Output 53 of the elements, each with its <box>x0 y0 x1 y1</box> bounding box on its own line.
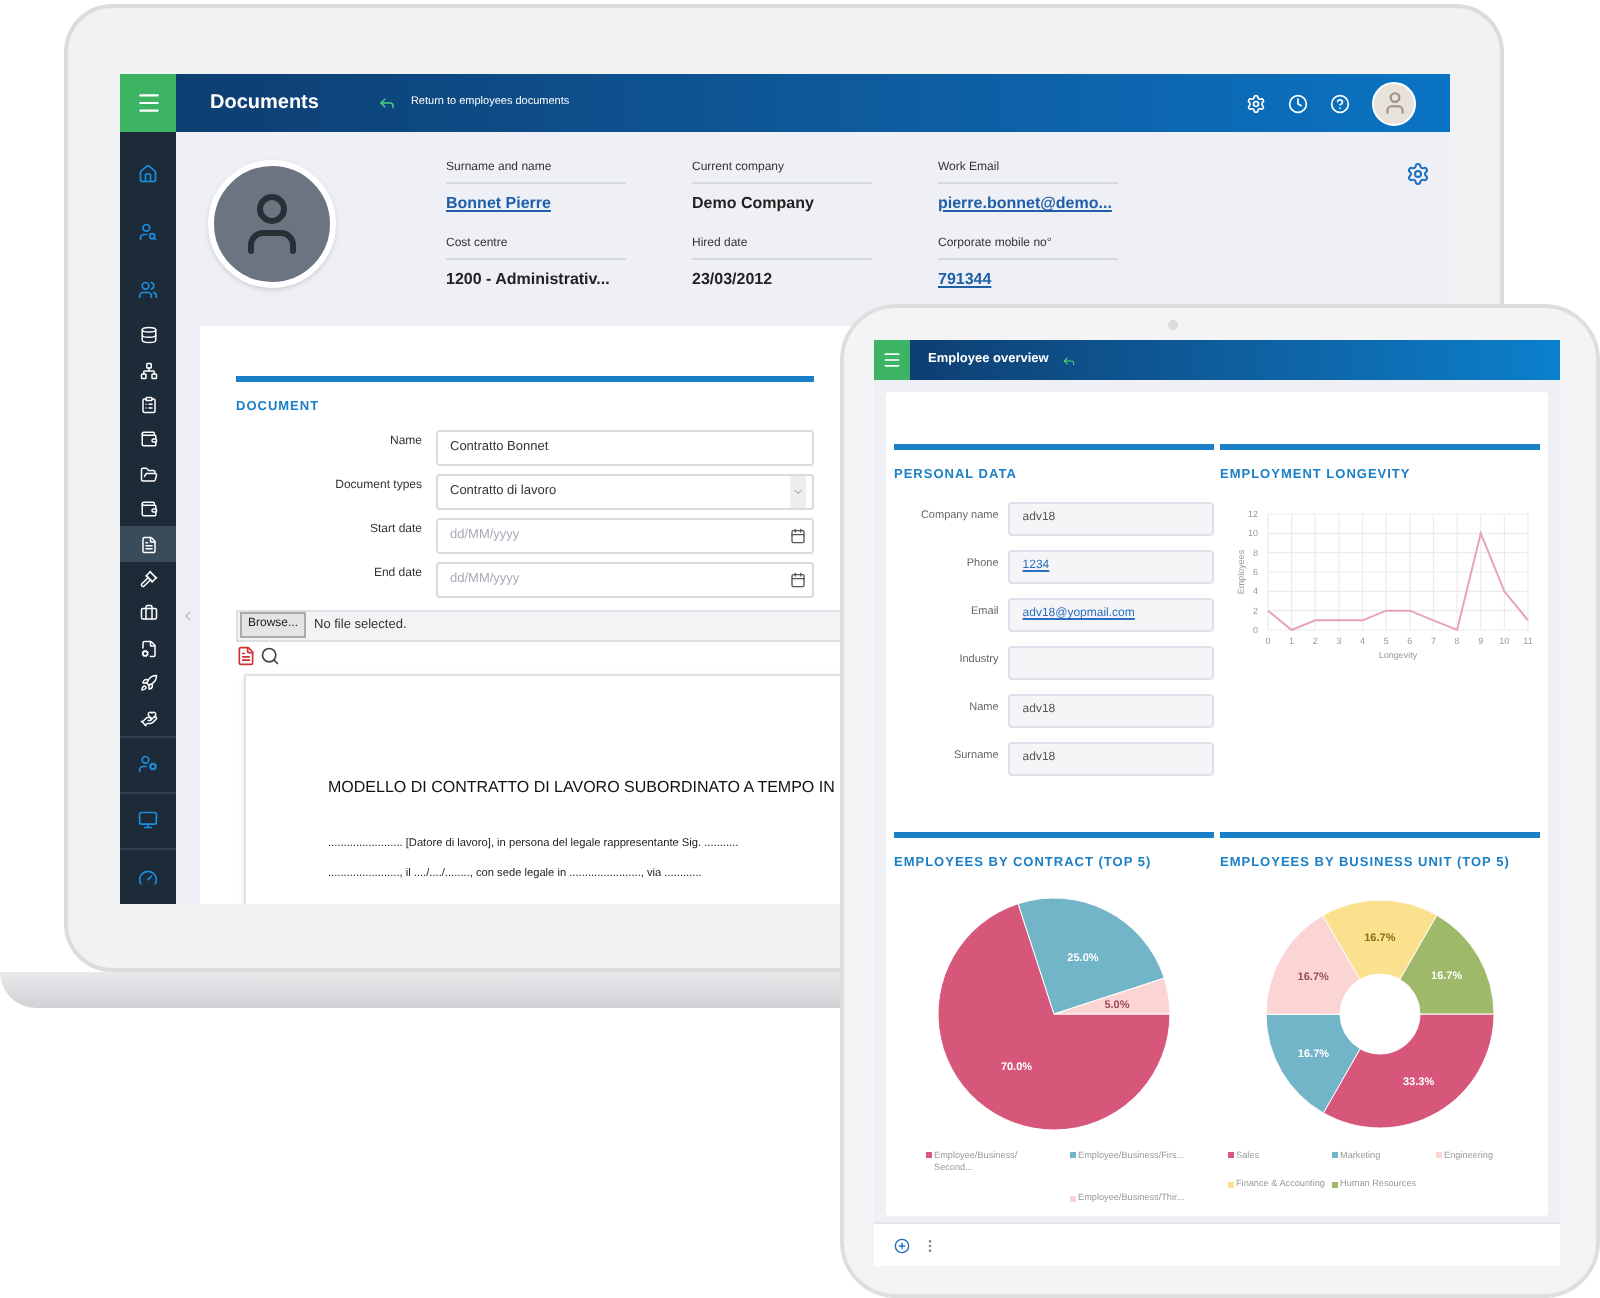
user-avatar[interactable] <box>1372 81 1416 125</box>
gauge-icon <box>138 867 158 888</box>
legend-swatch <box>1070 1152 1076 1158</box>
house-icon <box>138 163 158 183</box>
caret-icon <box>792 485 804 498</box>
camera-icon <box>1168 320 1178 330</box>
menu-icon <box>135 90 161 116</box>
help-icon[interactable] <box>1330 93 1350 113</box>
input-field[interactable] <box>1008 645 1214 680</box>
menu-button[interactable] <box>120 74 176 132</box>
user-gear-icon <box>138 754 158 775</box>
field-value: Demo Company <box>692 192 816 216</box>
legend-swatch <box>1332 1181 1338 1188</box>
hand-heart-icon <box>139 709 157 728</box>
gavel-icon <box>139 570 157 589</box>
legend-swatch <box>1070 1195 1076 1202</box>
users-icon <box>138 279 158 299</box>
document-title: MODELLO DI CONTRATTO DI LAVORO SUBORDINATO A TEMPO IN <box>328 775 837 800</box>
legend-swatch <box>926 1152 932 1158</box>
field-link[interactable]: 791344 <box>938 268 1118 292</box>
field-link[interactable]: pierre.bonnet@demo... <box>938 192 1118 216</box>
briefcase-icon <box>139 604 157 623</box>
back-arrow-icon <box>378 94 397 112</box>
page-title: Documents <box>210 90 319 118</box>
wallet-icon <box>139 500 157 519</box>
pdf-file-icon[interactable] <box>236 645 256 666</box>
document-icon <box>139 535 157 554</box>
monitor-icon <box>138 810 158 831</box>
file-gear-icon <box>139 639 157 658</box>
clock-icon[interactable] <box>1288 93 1308 113</box>
calendar-icon[interactable] <box>790 571 806 588</box>
legend-swatch <box>1436 1152 1442 1158</box>
settings-icon[interactable] <box>1406 162 1430 186</box>
menu-icon <box>882 350 902 370</box>
sidebar-item[interactable] <box>120 526 176 562</box>
user-search-icon <box>138 221 158 241</box>
legend-swatch <box>1332 1152 1338 1158</box>
legend-swatch <box>1228 1152 1234 1158</box>
database-icon <box>139 326 157 345</box>
field-value: 23/03/2012 <box>692 268 775 292</box>
field-value: 1200 - Administrativ... <box>446 268 612 292</box>
photo-placeholder <box>208 160 336 288</box>
calendar-icon[interactable] <box>790 527 806 544</box>
search-icon[interactable] <box>260 645 280 666</box>
back-arrow-icon[interactable] <box>1062 353 1077 367</box>
legend-swatch <box>1228 1181 1234 1188</box>
folder-icon <box>139 465 157 484</box>
rocket-icon <box>139 674 157 693</box>
field-link[interactable]: Bonnet Pierre <box>446 192 626 216</box>
add-icon[interactable] <box>894 1237 910 1253</box>
hierarchy-icon <box>139 361 157 380</box>
wallet-icon <box>139 430 157 449</box>
clipboard-icon <box>139 396 157 415</box>
